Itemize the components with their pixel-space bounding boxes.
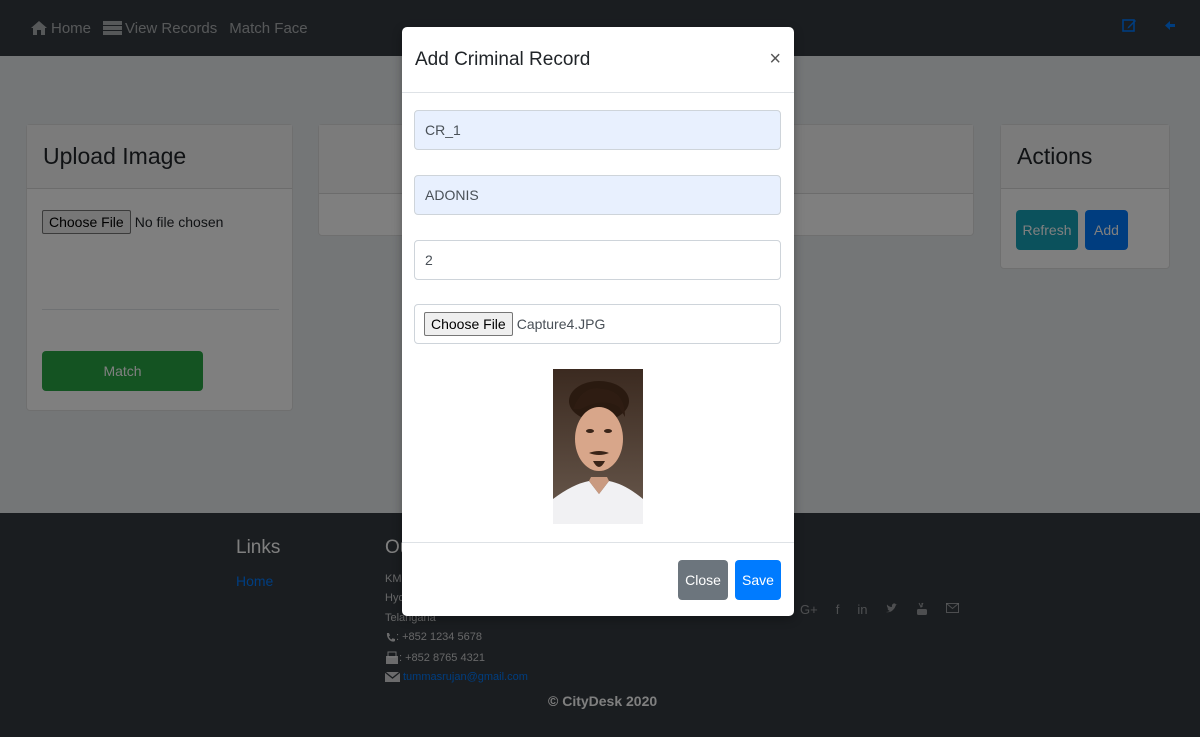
modal-save-button[interactable]: Save bbox=[735, 560, 781, 600]
modal-file-name: Capture4.JPG bbox=[516, 316, 606, 332]
modal-footer: Close Save bbox=[402, 542, 794, 616]
criminal-count-field[interactable]: 2 bbox=[414, 240, 781, 280]
criminal-name-field[interactable]: ADONIS bbox=[414, 175, 781, 215]
criminal-photo-preview bbox=[553, 369, 643, 524]
criminal-id-field[interactable]: CR_1 bbox=[414, 110, 781, 150]
modal-close-icon[interactable]: × bbox=[769, 48, 781, 71]
modal-choose-file-button[interactable]: Choose File bbox=[424, 312, 513, 336]
modal-close-button[interactable]: Close bbox=[678, 560, 728, 600]
modal-title: Add Criminal Record bbox=[415, 48, 591, 70]
add-criminal-record-modal: Add Criminal Record × CR_1 ADONIS 2 Choo… bbox=[402, 27, 794, 616]
modal-header: Add Criminal Record × bbox=[402, 27, 794, 93]
criminal-image-file-input[interactable]: Choose File Capture4.JPG bbox=[414, 304, 781, 344]
